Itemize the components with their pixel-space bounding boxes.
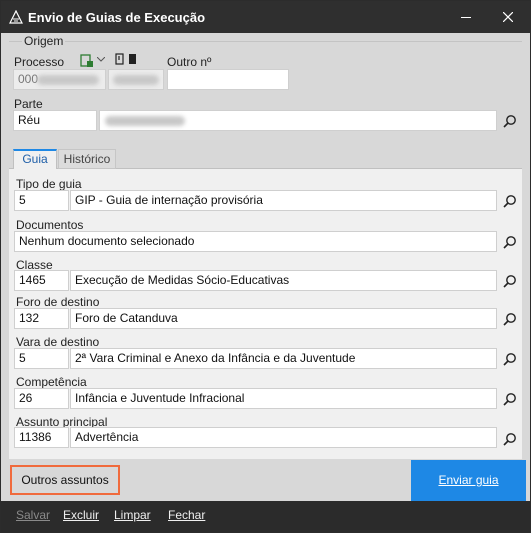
redacted-process-number — [37, 75, 99, 85]
documentos-value: Nenhum documento selecionado — [19, 234, 195, 248]
vara-de-destino-input[interactable]: 2ª Vara Criminal e Anexo da Infância e d… — [70, 348, 497, 369]
window-title: Envio de Guias de Execução — [28, 10, 206, 25]
parte-label: Parte — [14, 97, 43, 111]
search-icon — [503, 393, 516, 406]
dialog-window: Envio de Guias de Execução Origem Proces… — [0, 0, 531, 533]
outro-numero-input[interactable] — [167, 69, 289, 90]
title-bar: Envio de Guias de Execução — [1, 1, 530, 33]
vara-de-destino-label: Vara de destino — [16, 335, 100, 349]
salvar-button[interactable]: Salvar — [16, 508, 50, 522]
processo-label: Processo — [14, 55, 65, 69]
search-icon — [503, 313, 516, 326]
bookmark-icon[interactable] — [115, 53, 139, 65]
close-icon — [503, 12, 513, 22]
search-icon — [503, 115, 516, 128]
outros-assuntos-button[interactable]: Outros assuntos — [10, 465, 120, 495]
tipo-de-guia-label: Tipo de guia — [16, 177, 82, 191]
classe-input[interactable]: Execução de Medidas Sócio-Educativas — [70, 270, 497, 291]
documentos-search-button[interactable] — [500, 232, 520, 252]
assunto-principal-input[interactable]: Advertência — [70, 427, 497, 448]
search-icon — [503, 236, 516, 249]
origem-group-line — [9, 41, 522, 42]
tab-historico[interactable]: Histórico — [58, 149, 116, 169]
search-icon — [503, 433, 516, 446]
excluir-button[interactable]: Excluir — [63, 508, 99, 522]
enviar-guia-button[interactable]: Enviar guia — [411, 460, 526, 501]
processo-value: 000 — [18, 72, 39, 86]
app-icon — [9, 10, 23, 24]
assunto-principal-code-input[interactable]: 11386 — [14, 427, 69, 448]
classe-value: Execução de Medidas Sócio-Educativas — [75, 273, 290, 287]
classe-search-button[interactable] — [500, 271, 520, 291]
document-icon[interactable] — [80, 53, 94, 67]
foro-de-destino-label: Foro de destino — [16, 295, 100, 309]
search-icon — [503, 353, 516, 366]
parte-type-value: Réu — [18, 113, 41, 127]
redacted-process-complement — [113, 75, 159, 85]
parte-type-input[interactable]: Réu — [13, 110, 97, 131]
enviar-guia-label: Enviar guia — [438, 473, 499, 487]
foro-de-destino-value: Foro de Catanduva — [75, 311, 178, 325]
minimize-button[interactable] — [449, 1, 483, 33]
competencia-label: Competência — [16, 375, 87, 389]
redacted-parte-name — [105, 116, 185, 126]
vara-de-destino-value: 2ª Vara Criminal e Anexo da Infância e d… — [75, 351, 356, 365]
foro-de-destino-search-button[interactable] — [500, 309, 520, 329]
chevron-down-icon[interactable] — [97, 57, 105, 63]
assunto-principal-value: Advertência — [75, 430, 139, 444]
vara-de-destino-search-button[interactable] — [500, 349, 520, 369]
parte-search-button[interactable] — [500, 111, 520, 131]
assunto-principal-search-button[interactable] — [500, 429, 520, 449]
vara-de-destino-code: 5 — [19, 351, 26, 365]
search-icon — [503, 275, 516, 288]
tipo-de-guia-code-input[interactable]: 5 — [14, 190, 69, 211]
fechar-button[interactable]: Fechar — [168, 508, 205, 522]
tipo-de-guia-input[interactable]: GIP - Guia de internação provisória — [70, 190, 497, 211]
documentos-input[interactable]: Nenhum documento selecionado — [14, 231, 497, 252]
documentos-label: Documentos — [16, 218, 84, 232]
search-icon — [503, 195, 516, 208]
foro-de-destino-input[interactable]: Foro de Catanduva — [70, 308, 497, 329]
bottom-action-bar: Salvar Excluir Limpar Fechar — [1, 501, 530, 532]
foro-de-destino-code-input[interactable]: 132 — [14, 308, 69, 329]
outro-numero-label: Outro nº — [167, 55, 212, 69]
assunto-principal-code: 11386 — [19, 430, 52, 444]
origem-legend: Origem — [22, 34, 66, 48]
close-button[interactable] — [491, 1, 525, 33]
tab-guia[interactable]: Guia — [13, 149, 57, 169]
competencia-search-button[interactable] — [500, 389, 520, 409]
competencia-code-input[interactable]: 26 — [14, 388, 69, 409]
classe-code-input[interactable]: 1465 — [14, 270, 69, 291]
competencia-code: 26 — [19, 391, 33, 405]
tipo-de-guia-code: 5 — [19, 193, 26, 207]
vara-de-destino-code-input[interactable]: 5 — [14, 348, 69, 369]
classe-code: 1465 — [19, 273, 46, 287]
tipo-de-guia-value: GIP - Guia de internação provisória — [75, 193, 263, 207]
competencia-input[interactable]: Infância e Juventude Infracional — [70, 388, 497, 409]
foro-de-destino-code: 132 — [19, 311, 40, 325]
limpar-button[interactable]: Limpar — [114, 508, 151, 522]
tipo-de-guia-search-button[interactable] — [500, 191, 520, 211]
competencia-value: Infância e Juventude Infracional — [75, 391, 245, 405]
